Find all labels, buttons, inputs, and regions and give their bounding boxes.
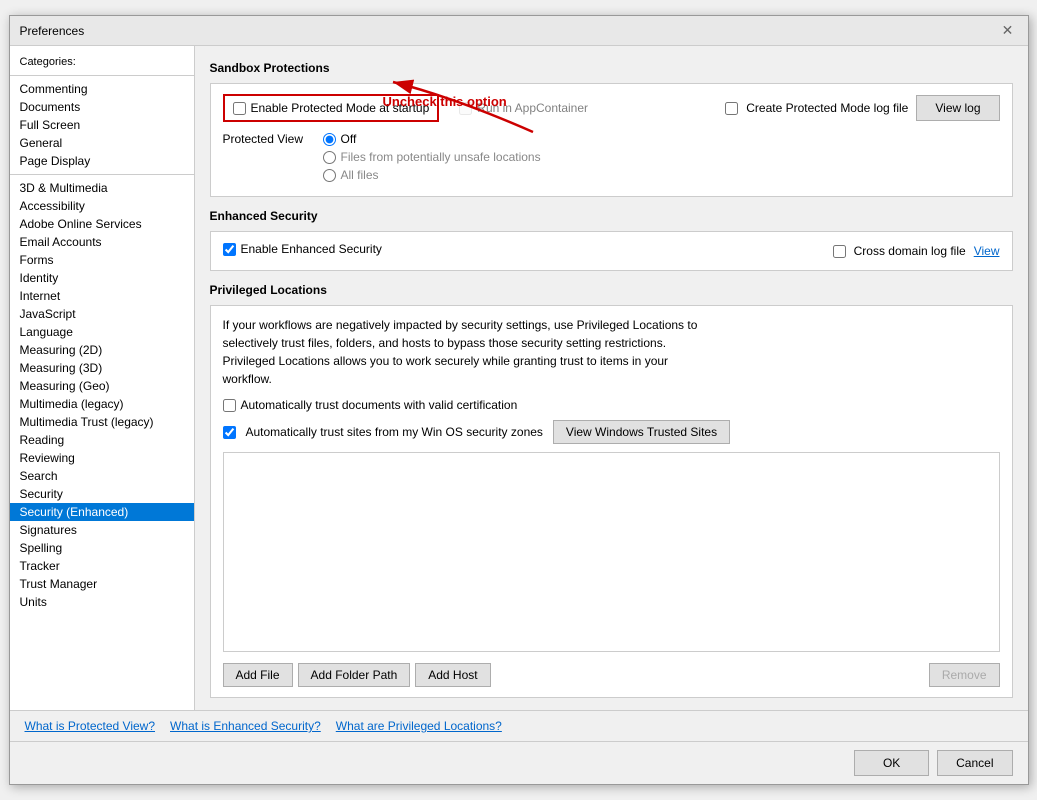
sidebar-item-measuring2d[interactable]: Measuring (2D) [10,341,194,359]
protected-view-unsafe-label[interactable]: Files from potentially unsafe locations [341,150,541,164]
cross-domain-row: Cross domain log file View [833,244,1000,258]
sandbox-title: Sandbox Protections [210,61,1013,75]
sidebar-item-identity[interactable]: Identity [10,269,194,287]
sidebar-item-measuringgeo[interactable]: Measuring (Geo) [10,377,194,395]
remove-button[interactable]: Remove [929,663,1000,687]
sandbox-section: Sandbox Protections Enable Protected Mod… [210,61,1013,197]
sidebar-item-reviewing[interactable]: Reviewing [10,449,194,467]
add-folder-button[interactable]: Add Folder Path [298,663,411,687]
enhanced-box: Enable Enhanced Security Cross domain lo… [210,231,1013,271]
privileged-box: If your workflows are negatively impacte… [210,305,1013,698]
create-log-label: Create Protected Mode log file [746,101,908,115]
sidebar-header: Categories: [10,51,194,71]
protected-view-off-radio[interactable] [323,133,336,146]
footer-links: What is Protected View? What is Enhanced… [10,710,1028,741]
auto-trust-certs-row: Automatically trust documents with valid… [223,398,1000,412]
title-bar: Preferences ✕ [10,16,1028,46]
add-file-button[interactable]: Add File [223,663,293,687]
sidebar-item-security[interactable]: Security [10,485,194,503]
sidebar-item-signatures[interactable]: Signatures [10,521,194,539]
enhanced-title: Enhanced Security [210,209,1013,223]
enhanced-section: Enhanced Security Enable Enhanced Securi… [210,209,1013,271]
protected-view-label: Protected View [223,132,313,146]
sidebar-item-spelling[interactable]: Spelling [10,539,194,557]
view-enhanced-button[interactable]: View [974,244,1000,258]
sidebar-item-pagedisplay[interactable]: Page Display [10,152,194,170]
close-button[interactable]: ✕ [998,21,1018,41]
sidebar-item-commenting[interactable]: Commenting [10,80,194,98]
cross-domain-label: Cross domain log file [854,244,966,258]
log-controls: Create Protected Mode log file View log [725,95,999,121]
protected-view-section: Protected View Off Files from potentiall… [223,132,1000,186]
enhanced-security-checkbox-row: Enable Enhanced Security [223,242,382,256]
auto-trust-certs-label[interactable]: Automatically trust documents with valid… [241,398,518,412]
sidebar-item-language[interactable]: Language [10,323,194,341]
add-buttons-row: Add File Add Folder Path Add Host Remove [223,663,1000,687]
sidebar-item-documents[interactable]: Documents [10,98,194,116]
sidebar-item-reading[interactable]: Reading [10,431,194,449]
protected-view-all-label[interactable]: All files [341,168,379,182]
sidebar-item-emailaccounts[interactable]: Email Accounts [10,233,194,251]
auto-trust-sites-checkbox[interactable] [223,426,236,439]
sidebar-item-forms[interactable]: Forms [10,251,194,269]
privileged-section: Privileged Locations If your workflows a… [210,283,1013,698]
enable-enhanced-checkbox[interactable] [223,243,236,256]
sidebar-item-general[interactable]: General [10,134,194,152]
dialog-footer: OK Cancel [10,741,1028,784]
dialog-title: Preferences [20,24,85,38]
sidebar-divider-2 [10,174,194,175]
sidebar-item-internet[interactable]: Internet [10,287,194,305]
create-log-checkbox[interactable] [725,102,738,115]
protected-view-link[interactable]: What is Protected View? [25,719,156,733]
sidebar-item-multimediatrust[interactable]: Multimedia Trust (legacy) [10,413,194,431]
sidebar-divider-top [10,75,194,76]
protected-view-all-radio[interactable] [323,169,336,182]
privileged-description: If your workflows are negatively impacte… [223,316,1000,388]
sidebar-item-trustmanager[interactable]: Trust Manager [10,575,194,593]
cancel-button[interactable]: Cancel [937,750,1012,776]
cross-domain-checkbox[interactable] [833,245,846,258]
protected-view-unsafe-radio[interactable] [323,151,336,164]
sidebar-item-measuring3d[interactable]: Measuring (3D) [10,359,194,377]
protected-view-options: Off Files from potentially unsafe locati… [323,132,541,186]
sidebar-item-units[interactable]: Units [10,593,194,611]
sidebar-item-3dmultimedia[interactable]: 3D & Multimedia [10,179,194,197]
sidebar-item-adobeonline[interactable]: Adobe Online Services [10,215,194,233]
sidebar-item-security-enhanced[interactable]: Security (Enhanced) [10,503,194,521]
sidebar-item-search[interactable]: Search [10,467,194,485]
protected-view-off-label[interactable]: Off [341,132,357,146]
auto-trust-certs-checkbox[interactable] [223,399,236,412]
enhanced-row: Enable Enhanced Security Cross domain lo… [223,242,1000,260]
privileged-locations-link[interactable]: What are Privileged Locations? [336,719,502,733]
add-host-button[interactable]: Add Host [415,663,490,687]
dialog-body: Categories: Commenting Documents Full Sc… [10,46,1028,710]
auto-trust-sites-label[interactable]: Automatically trust sites from my Win OS… [246,425,543,439]
main-content: Sandbox Protections Enable Protected Mod… [195,46,1028,710]
sidebar: Categories: Commenting Documents Full Sc… [10,46,195,710]
view-trusted-sites-button[interactable]: View Windows Trusted Sites [553,420,730,444]
sidebar-item-accessibility[interactable]: Accessibility [10,197,194,215]
sandbox-box: Enable Protected Mode at startup Run in … [210,83,1013,197]
ok-button[interactable]: OK [854,750,929,776]
sidebar-item-tracker[interactable]: Tracker [10,557,194,575]
enable-enhanced-label[interactable]: Enable Enhanced Security [241,242,382,256]
sidebar-item-fullscreen[interactable]: Full Screen [10,116,194,134]
view-log-button[interactable]: View log [916,95,999,121]
sidebar-item-multimedialegacy[interactable]: Multimedia (legacy) [10,395,194,413]
sidebar-item-javascript[interactable]: JavaScript [10,305,194,323]
enhanced-security-link[interactable]: What is Enhanced Security? [170,719,321,733]
uncheck-annotation: Uncheck this option [383,94,507,109]
enable-protected-mode-checkbox[interactable] [233,102,246,115]
preferences-dialog: Preferences ✕ Categories: Commenting Doc… [9,15,1029,785]
privileged-title: Privileged Locations [210,283,1013,297]
trusted-sites-row: Automatically trust sites from my Win OS… [223,420,1000,444]
locations-textarea[interactable] [223,452,1000,652]
